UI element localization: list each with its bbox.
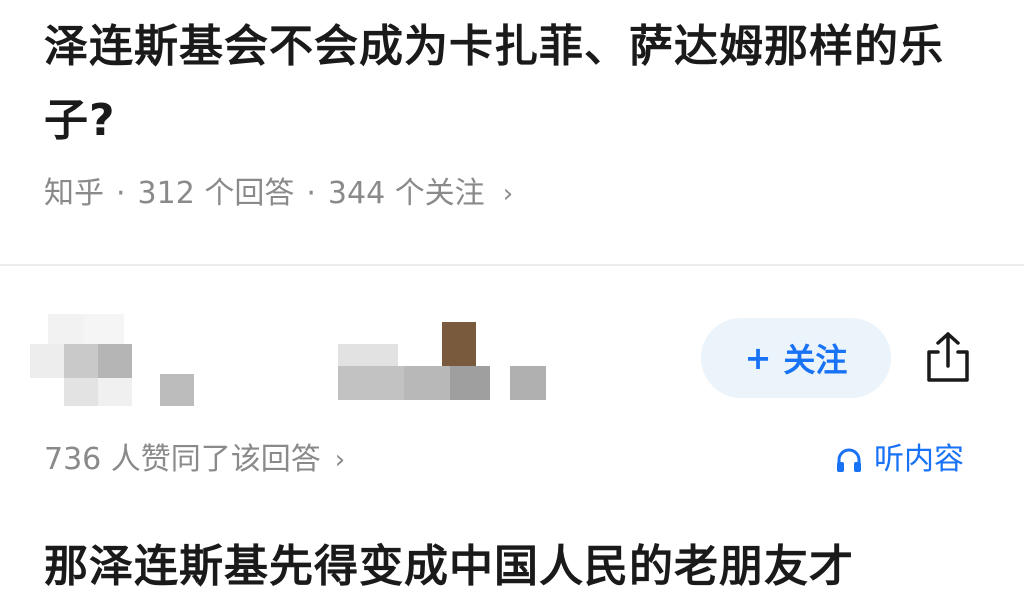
avatar[interactable]	[30, 310, 150, 410]
listen-label: 听内容	[874, 442, 964, 477]
question-title[interactable]: 泽连斯基会不会成为卡扎菲、萨达姆那样的乐子?	[44, 10, 974, 158]
chevron-right-icon: ›	[334, 445, 346, 475]
follow-label: 关注	[783, 341, 848, 379]
separator-dot: ·	[306, 176, 316, 211]
author-info-blurred[interactable]	[30, 310, 590, 410]
answer-excerpt[interactable]: 那泽连斯基先得变成中国人民的老朋友才	[44, 530, 994, 600]
chevron-right-icon: ›	[502, 179, 514, 209]
author-name-blurred[interactable]	[158, 310, 590, 410]
divider	[0, 264, 1024, 266]
like-count-link[interactable]: 736 人赞同了该回答 ›	[44, 436, 345, 484]
zhihu-answer-page: 泽连斯基会不会成为卡扎菲、萨达姆那样的乐子? 知乎 · 312 个回答 · 34…	[0, 0, 1024, 600]
share-icon[interactable]	[918, 328, 978, 388]
headphones-icon	[837, 448, 861, 472]
follow-button[interactable]: + 关注	[701, 318, 891, 398]
plus-icon: +	[744, 339, 772, 377]
like-count: 736 人赞同了该回答	[44, 442, 321, 477]
answer-count: 312 个回答	[137, 176, 295, 211]
separator-dot: ·	[116, 176, 126, 211]
source-label: 知乎	[44, 176, 104, 211]
question-meta[interactable]: 知乎 · 312 个回答 · 344 个关注 ›	[44, 170, 513, 218]
follow-count: 344 个关注	[327, 176, 485, 211]
listen-button[interactable]: 听内容	[834, 436, 964, 484]
